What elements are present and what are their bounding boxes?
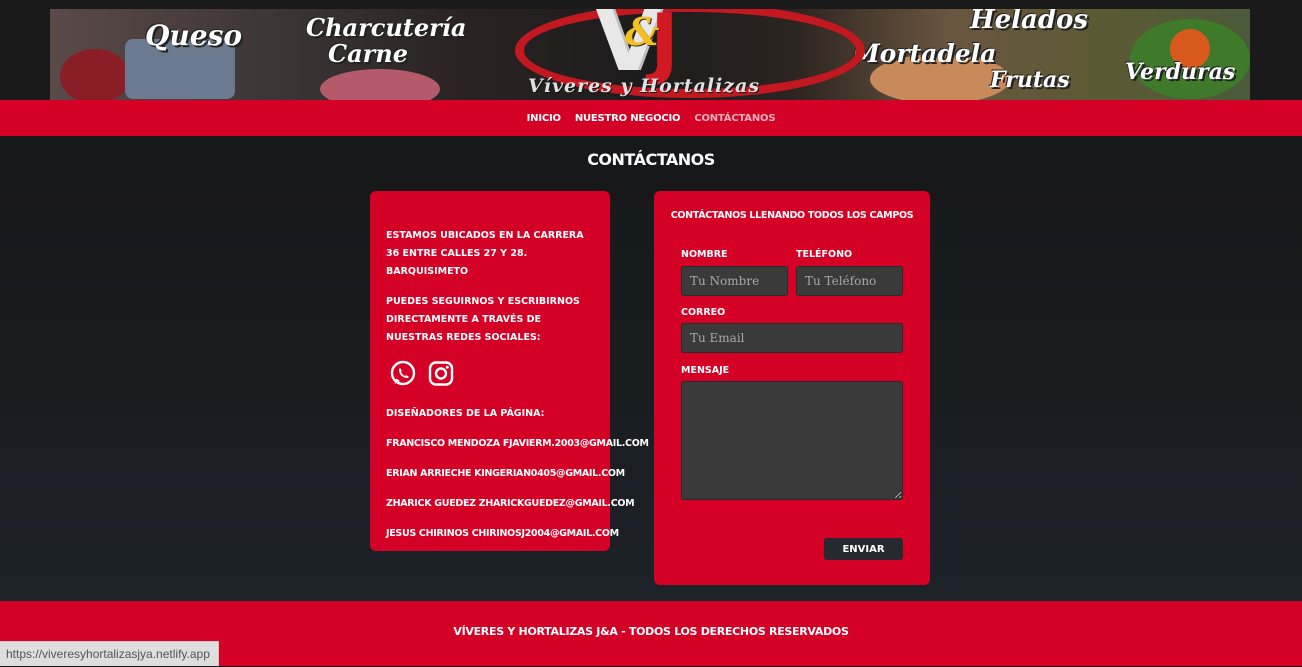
location-text: Estamos ubicados en la carrera 36 entre … <box>386 230 584 277</box>
designer-item: Francisco Mendoza fjavierm.2003@gmail.co… <box>386 438 649 449</box>
form-title: Contáctanos llenando todos los campos <box>670 210 914 221</box>
nav-item-nuestro-negocio[interactable]: NUESTRO NEGOCIO <box>575 113 681 124</box>
name-input[interactable] <box>681 266 788 296</box>
banner-word: Charcutería <box>306 13 467 42</box>
email-input[interactable] <box>681 323 903 353</box>
message-textarea[interactable] <box>681 381 903 500</box>
nav-item-contactanos[interactable]: CONTÁCTANOS <box>694 113 775 124</box>
whatsapp-icon[interactable] <box>388 359 418 389</box>
logo-subtitle: Víveres y Hortalizas <box>528 75 761 97</box>
banner-word: Frutas <box>990 67 1070 93</box>
contact-form: Contáctanos llenando todos los campos No… <box>654 191 930 585</box>
banner-word: Mortadela <box>852 39 997 68</box>
status-bar-url: https://viveresyhortalizasjya.netlify.ap… <box>0 641 219 666</box>
instagram-icon[interactable] <box>426 359 456 389</box>
logo-ampersand: & <box>625 9 660 54</box>
message-label: Mensaje <box>681 365 730 376</box>
nav-item-inicio[interactable]: INICIO <box>527 113 561 124</box>
social-text: Puedes seguirnos y escribirnos directame… <box>386 296 580 343</box>
name-label: Nombre <box>681 249 728 260</box>
main-nav: INICIO NUESTRO NEGOCIO CONTÁCTANOS <box>0 100 1302 136</box>
contact-info-card: Estamos ubicados en la carrera 36 entre … <box>370 191 649 551</box>
designers-title: Diseñadores de la página: <box>386 408 545 419</box>
designer-item: Jesus Chirinos chirinosj2004@gmail.com <box>386 528 619 539</box>
banner-word: Verduras <box>1125 59 1236 85</box>
banner-food-blob <box>320 69 440 100</box>
phone-label: Teléfono <box>796 249 853 260</box>
designer-item: Zharick Guedez zharickguedez@gmail.com <box>386 498 635 509</box>
banner-word: Helados <box>970 9 1088 35</box>
banner-food-blob <box>60 49 130 100</box>
send-button[interactable]: Enviar <box>824 538 903 560</box>
banner-word: Carne <box>328 39 409 68</box>
header-banner: Queso Charcutería Carne Helados Mortadel… <box>50 9 1250 100</box>
footer-text: Víveres y Hortalizas J&A - Todos los der… <box>453 625 849 638</box>
banner-word: Queso <box>145 19 243 52</box>
email-label: Correo <box>681 307 726 318</box>
designer-item: Erian Arrieche kingerian0405@gmail.com <box>386 468 625 479</box>
social-links <box>388 359 594 389</box>
section-title: CONTÁCTANOS <box>587 150 715 169</box>
phone-input[interactable] <box>796 266 903 296</box>
